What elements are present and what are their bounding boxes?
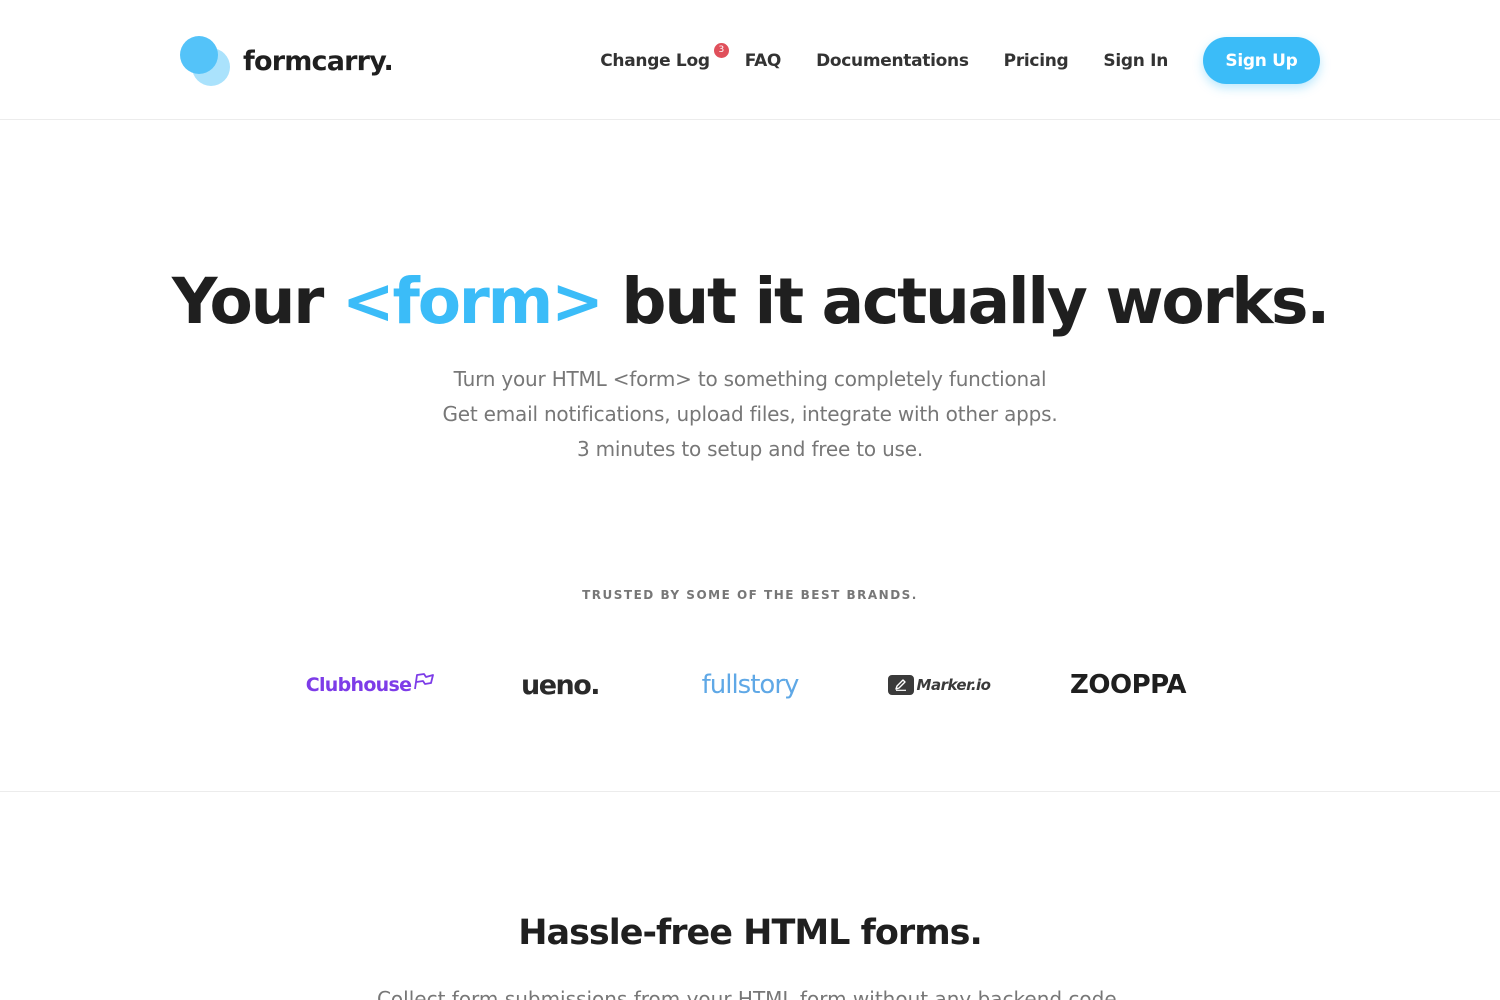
brand-logos: Clubhouse ueno. fullstory Marker.io ZOOP… [0,660,1500,710]
nav-documentations[interactable]: Documentations [816,51,969,71]
clubhouse-logo: Clubhouse [300,660,442,710]
ueno-logo: ueno. [500,660,620,710]
main-nav: Change Log 3 FAQ Documentations Pricing … [600,37,1320,84]
section-title: Hassle-free HTML forms. [518,913,983,953]
site-header: formcarry. Change Log 3 FAQ Documentatio… [0,0,1500,120]
sign-up-button[interactable]: Sign Up [1203,37,1320,84]
hero-title-before: Your [171,265,324,338]
overlapping-circles-logo-icon [180,36,230,86]
hero-title: Your <form> but it actually works. [0,262,1500,342]
trusted-brands-label: TRUSTED BY SOME OF THE BEST BRANDS. [582,588,918,602]
change-log-badge: 3 [713,42,729,58]
fullstory-logo-text: fullstory [701,670,800,700]
section-divider [0,791,1500,792]
nav-faq[interactable]: FAQ [745,51,782,71]
nav-change-log[interactable]: Change Log 3 [600,42,729,71]
nav-change-log-label: Change Log [600,50,710,71]
nav-pricing[interactable]: Pricing [1004,51,1069,71]
hero-subtitle: Turn your HTML <form> to something compl… [0,362,1500,467]
pencil-icon [887,675,914,695]
logo-link[interactable]: formcarry. [180,36,394,86]
section-subtitle: Collect form submissions from your HTML … [376,987,1124,1000]
marker-io-logo-text: Marker.io [916,676,991,694]
hero-title-after: but it actually works. [621,265,1330,338]
fullstory-logo: fullstory [690,660,810,710]
ueno-logo-text: ueno. [520,669,601,701]
brand-name: formcarry. [243,45,394,77]
nav-sign-in[interactable]: Sign In [1103,51,1168,71]
hero-subtitle-line: Get email notifications, upload files, i… [442,402,1058,426]
zooppa-logo: ZOOPPA [1066,660,1190,710]
hero-subtitle-line: Turn your HTML <form> to something compl… [453,367,1047,391]
clubhouse-logo-text: Clubhouse [305,674,412,696]
hero-title-accent: <form> [341,265,604,338]
hero-subtitle-line: 3 minutes to setup and free to use. [576,437,924,461]
marker-io-logo: Marker.io [884,660,994,710]
zooppa-logo-text: ZOOPPA [1070,670,1186,700]
flag-icon [414,673,435,690]
